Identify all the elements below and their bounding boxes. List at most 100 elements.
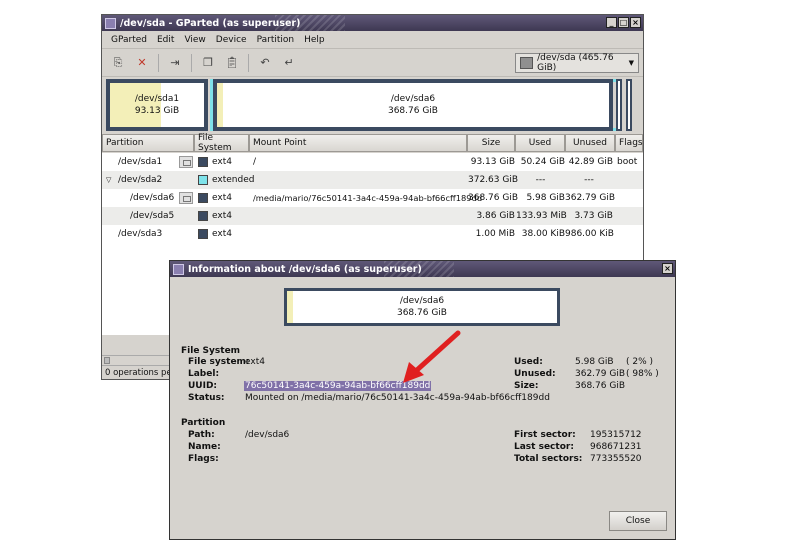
table-row[interactable]: /dev/sda3 ext4 1.00 MiB 38.00 KiB 986.00… xyxy=(102,225,643,243)
cell-used: 133.93 MiB xyxy=(516,211,567,221)
map-partition-sda1[interactable]: /dev/sda1 93.13 GiB xyxy=(106,79,208,131)
cell-size: 3.86 GiB xyxy=(476,211,515,221)
fs-color-swatch xyxy=(198,229,208,239)
col-unused[interactable]: Unused xyxy=(565,134,615,152)
fs-label: File system: xyxy=(188,357,250,367)
titlebar-decoration xyxy=(384,261,454,277)
used-space-fill xyxy=(217,83,224,127)
map-partition-name: /dev/sda6 xyxy=(390,94,436,104)
toolbar: ⎘ ✕ ⇥ ❐ 📋︎ ↶ ↵ /dev/sda (465.76 GiB) ▼ xyxy=(102,49,643,77)
cell-fs: ext4 xyxy=(212,157,232,167)
cell-unused: 986.00 KiB xyxy=(565,229,614,239)
chevron-down-icon: ▼ xyxy=(628,59,634,67)
fs-color-swatch xyxy=(198,193,208,203)
used-label: Used: xyxy=(514,357,543,367)
flags-label: Flags: xyxy=(188,454,219,464)
used-value: 5.98 GiB xyxy=(575,357,614,367)
map-partition-sda6[interactable]: /dev/sda6 368.76 GiB xyxy=(213,79,613,131)
dialog-titlebar[interactable]: Information about /dev/sda6 (as superuse… xyxy=(170,261,675,277)
menu-gparted[interactable]: GParted xyxy=(106,35,152,45)
first-sector-value: 195315712 xyxy=(590,430,642,440)
col-flags[interactable]: Flags xyxy=(615,134,643,152)
cell-used: 38.00 KiB xyxy=(521,229,565,239)
dialog-partition-name: /dev/sda6 xyxy=(399,296,445,306)
device-selector-label: /dev/sda (465.76 GiB) xyxy=(537,53,614,73)
toolbar-separator xyxy=(191,53,192,72)
col-mount-point[interactable]: Mount Point xyxy=(249,134,467,152)
cell-unused: 3.73 GiB xyxy=(574,211,613,221)
cell-used: --- xyxy=(535,175,546,185)
col-used[interactable]: Used xyxy=(515,134,565,152)
main-titlebar[interactable]: /dev/sda - GParted (as superuser) _ □ × xyxy=(102,15,643,31)
titlebar-decoration xyxy=(275,15,345,31)
col-file-system[interactable]: File System xyxy=(194,133,249,153)
total-sectors-value: 773355520 xyxy=(590,454,642,464)
copy-icon[interactable]: ❐ xyxy=(198,53,218,73)
paste-icon[interactable]: 📋︎ xyxy=(222,53,242,73)
menu-help[interactable]: Help xyxy=(299,35,330,45)
expander-arrow-icon[interactable]: ▽ xyxy=(106,171,111,189)
dialog-close-icon[interactable]: × xyxy=(662,263,673,274)
status-value: Mounted on /media/mario/76c50141-3a4c-45… xyxy=(245,393,550,403)
cell-partition: /dev/sda1 xyxy=(118,157,163,167)
col-size[interactable]: Size xyxy=(467,134,515,152)
label-label: Label: xyxy=(188,369,220,379)
filesystem-section-title: File System xyxy=(181,346,241,356)
close-window-button[interactable]: × xyxy=(630,17,641,28)
last-sector-label: Last sector: xyxy=(514,442,574,452)
cell-size: 372.63 GiB xyxy=(468,175,519,185)
unused-value: 362.79 GiB xyxy=(575,369,626,379)
uuid-value[interactable]: 76c50141-3a4c-459a-94ab-bf66cff189dd xyxy=(244,381,432,391)
menu-partition[interactable]: Partition xyxy=(252,35,300,45)
resize-move-icon[interactable]: ⇥ xyxy=(165,53,185,73)
cell-size: 93.13 GiB xyxy=(470,157,515,167)
dialog-content: /dev/sda6 368.76 GiB File System File sy… xyxy=(170,277,675,539)
close-button[interactable]: Close xyxy=(609,511,667,531)
dialog-app-icon xyxy=(173,263,184,275)
cell-fs: ext4 xyxy=(212,211,232,221)
lock-icon xyxy=(179,192,193,204)
delete-partition-icon[interactable]: ✕ xyxy=(132,53,152,73)
toolbar-separator xyxy=(248,53,249,72)
cell-fs: ext4 xyxy=(212,229,232,239)
cell-partition: /dev/sda5 xyxy=(130,211,175,221)
menu-edit[interactable]: Edit xyxy=(152,35,179,45)
map-partition-sda3[interactable] xyxy=(626,79,632,131)
cell-fs: ext4 xyxy=(212,193,232,203)
new-partition-icon[interactable]: ⎘ xyxy=(108,53,128,73)
menubar: GParted Edit View Device Partition Help xyxy=(102,31,643,49)
cell-partition: /dev/sda3 xyxy=(118,229,163,239)
menu-view[interactable]: View xyxy=(179,35,210,45)
lock-icon xyxy=(179,156,193,168)
total-sectors-label: Total sectors: xyxy=(514,454,583,464)
col-partition[interactable]: Partition xyxy=(102,134,194,152)
apply-icon[interactable]: ↵ xyxy=(279,53,299,73)
cell-flags: boot xyxy=(617,157,638,167)
fs-color-swatch xyxy=(198,211,208,221)
device-selector[interactable]: /dev/sda (465.76 GiB) ▼ xyxy=(515,53,639,73)
cell-partition: /dev/sda2 xyxy=(118,175,163,185)
last-sector-value: 968671231 xyxy=(590,442,642,452)
undo-icon[interactable]: ↶ xyxy=(255,53,275,73)
scrollbar-thumb[interactable] xyxy=(104,357,110,364)
fs-value: ext4 xyxy=(245,357,265,367)
toolbar-separator xyxy=(158,53,159,72)
table-row[interactable]: /dev/sda5 ext4 3.86 GiB 133.93 MiB 3.73 … xyxy=(102,207,643,225)
name-label: Name: xyxy=(188,442,221,452)
disk-icon xyxy=(520,57,534,69)
unused-label: Unused: xyxy=(514,369,556,379)
fs-color-swatch xyxy=(198,175,208,185)
map-partition-size: 93.13 GiB xyxy=(134,106,180,116)
map-partition-sda5[interactable] xyxy=(616,79,622,131)
table-row[interactable]: /dev/sda6 ext4 /media/mario/76c50141-3a4… xyxy=(102,189,643,207)
maximize-button[interactable]: □ xyxy=(618,17,629,28)
table-row[interactable]: /dev/sda1 ext4 / 93.13 GiB 50.24 GiB 42.… xyxy=(102,153,643,171)
minimize-button[interactable]: _ xyxy=(606,17,617,28)
table-row[interactable]: ▽ /dev/sda2 extended 372.63 GiB --- --- xyxy=(102,171,643,189)
size-label: Size: xyxy=(514,381,539,391)
uuid-label: UUID: xyxy=(188,381,218,391)
menu-device[interactable]: Device xyxy=(211,35,252,45)
size-value: 368.76 GiB xyxy=(575,381,626,391)
cell-fs: extended xyxy=(212,175,255,185)
fs-color-swatch xyxy=(198,157,208,167)
